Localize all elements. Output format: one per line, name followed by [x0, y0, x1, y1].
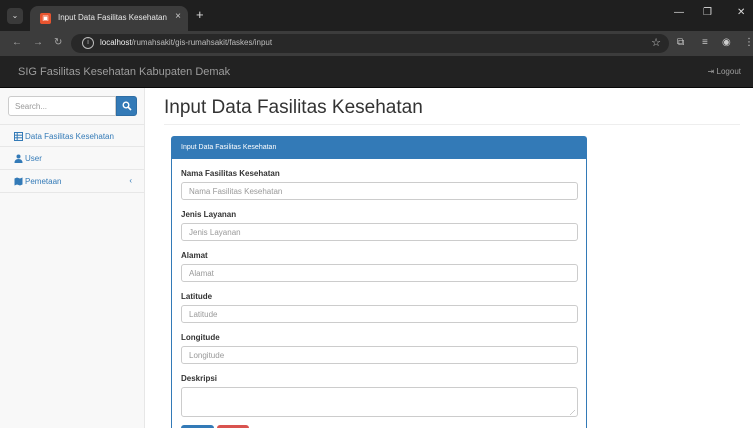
user-icon: [14, 154, 23, 163]
site-info-icon[interactable]: i: [82, 37, 94, 49]
sidebar-item-label: User: [25, 154, 42, 163]
jenis-layanan-label: Jenis Layanan: [181, 210, 237, 219]
sidebar-item-data-fasilitas[interactable]: Data Fasilitas Kesehatan: [0, 124, 144, 147]
back-icon[interactable]: ←: [12, 37, 22, 48]
sidebar-search: [8, 96, 137, 116]
deskripsi-label: Deskripsi: [181, 374, 218, 383]
deskripsi-wrap: [181, 387, 578, 417]
new-tab-icon[interactable]: +: [196, 7, 204, 22]
browser-address-bar: ← → ↻ i localhost/rumahsakit/gis-rumahsa…: [0, 31, 753, 56]
resize-handle-icon[interactable]: [569, 409, 575, 415]
browser-tab[interactable]: ▣ Input Data Fasilitas Kesehatan ×: [30, 6, 188, 31]
search-icon: [122, 101, 132, 111]
latitude-label: Latitude: [181, 292, 213, 301]
alamat-input[interactable]: [181, 264, 578, 282]
search-button[interactable]: [116, 96, 137, 116]
bookmark-star-icon[interactable]: ☆: [651, 36, 661, 49]
chevron-left-icon: ‹: [129, 176, 132, 185]
tab-list-icon[interactable]: ≡: [702, 37, 708, 48]
close-window-icon[interactable]: ✕: [737, 7, 745, 18]
input-form-panel: Input Data Fasilitas Kesehatan Nama Fasi…: [171, 136, 587, 428]
url-path: /rumahsakit/gis-rumahsakit/faskes/input: [131, 38, 273, 47]
logout-label: Logout: [716, 67, 741, 76]
tab-close-icon[interactable]: ×: [175, 11, 181, 22]
longitude-label: Longitude: [181, 333, 220, 342]
title-divider: [164, 124, 740, 125]
page-title: Input Data Fasilitas Kesehatan: [164, 97, 423, 118]
url-omnibox[interactable]: i localhost/rumahsakit/gis-rumahsakit/fa…: [71, 34, 669, 53]
restore-icon[interactable]: ❐: [703, 7, 712, 18]
panel-heading-text: Input Data Fasilitas Kesehatan: [181, 144, 277, 151]
alamat-label: Alamat: [181, 251, 208, 260]
nama-faskes-label: Nama Fasilitas Kesehatan: [181, 169, 280, 178]
sidebar-item-user[interactable]: User: [0, 147, 144, 170]
nama-faskes-input[interactable]: [181, 182, 578, 200]
latitude-input[interactable]: [181, 305, 578, 323]
url-text[interactable]: localhost/rumahsakit/gis-rumahsakit/fask…: [100, 38, 272, 47]
map-icon: [14, 177, 23, 186]
reload-icon[interactable]: ↻: [54, 37, 62, 48]
forward-icon[interactable]: →: [33, 37, 43, 48]
panel-heading: Input Data Fasilitas Kesehatan: [172, 137, 586, 159]
search-input[interactable]: [8, 96, 116, 116]
profile-avatar-icon[interactable]: ◉: [722, 37, 731, 48]
sidebar-item-label: Pemetaan: [25, 177, 62, 186]
tab-search-chevron-icon[interactable]: ⌄: [7, 8, 23, 24]
extensions-icon[interactable]: ⧉: [677, 37, 684, 48]
logout-link[interactable]: ⇥ Logout: [708, 67, 741, 76]
browser-menu-icon[interactable]: ⋮: [744, 37, 753, 48]
tab-title: Input Data Fasilitas Kesehatan: [58, 13, 167, 22]
navbar-brand[interactable]: SIG Fasilitas Kesehatan Kabupaten Demak: [18, 66, 230, 78]
jenis-layanan-input[interactable]: [181, 223, 578, 241]
sidebar-item-label: Data Fasilitas Kesehatan: [25, 132, 114, 141]
minimize-icon[interactable]: —: [674, 7, 684, 18]
sidebar-item-pemetaan[interactable]: Pemetaan ‹: [0, 170, 144, 193]
url-host: localhost: [100, 38, 132, 47]
favicon-icon: ▣: [40, 13, 51, 24]
browser-tab-strip: ⌄ ▣ Input Data Fasilitas Kesehatan × + —…: [0, 0, 753, 31]
logout-icon: ⇥: [707, 67, 717, 76]
sidebar: Data Fasilitas Kesehatan User Pemetaan ‹: [0, 88, 145, 428]
app-navbar: SIG Fasilitas Kesehatan Kabupaten Demak …: [0, 56, 753, 88]
table-icon: [14, 132, 23, 141]
longitude-input[interactable]: [181, 346, 578, 364]
deskripsi-textarea[interactable]: [181, 387, 578, 417]
